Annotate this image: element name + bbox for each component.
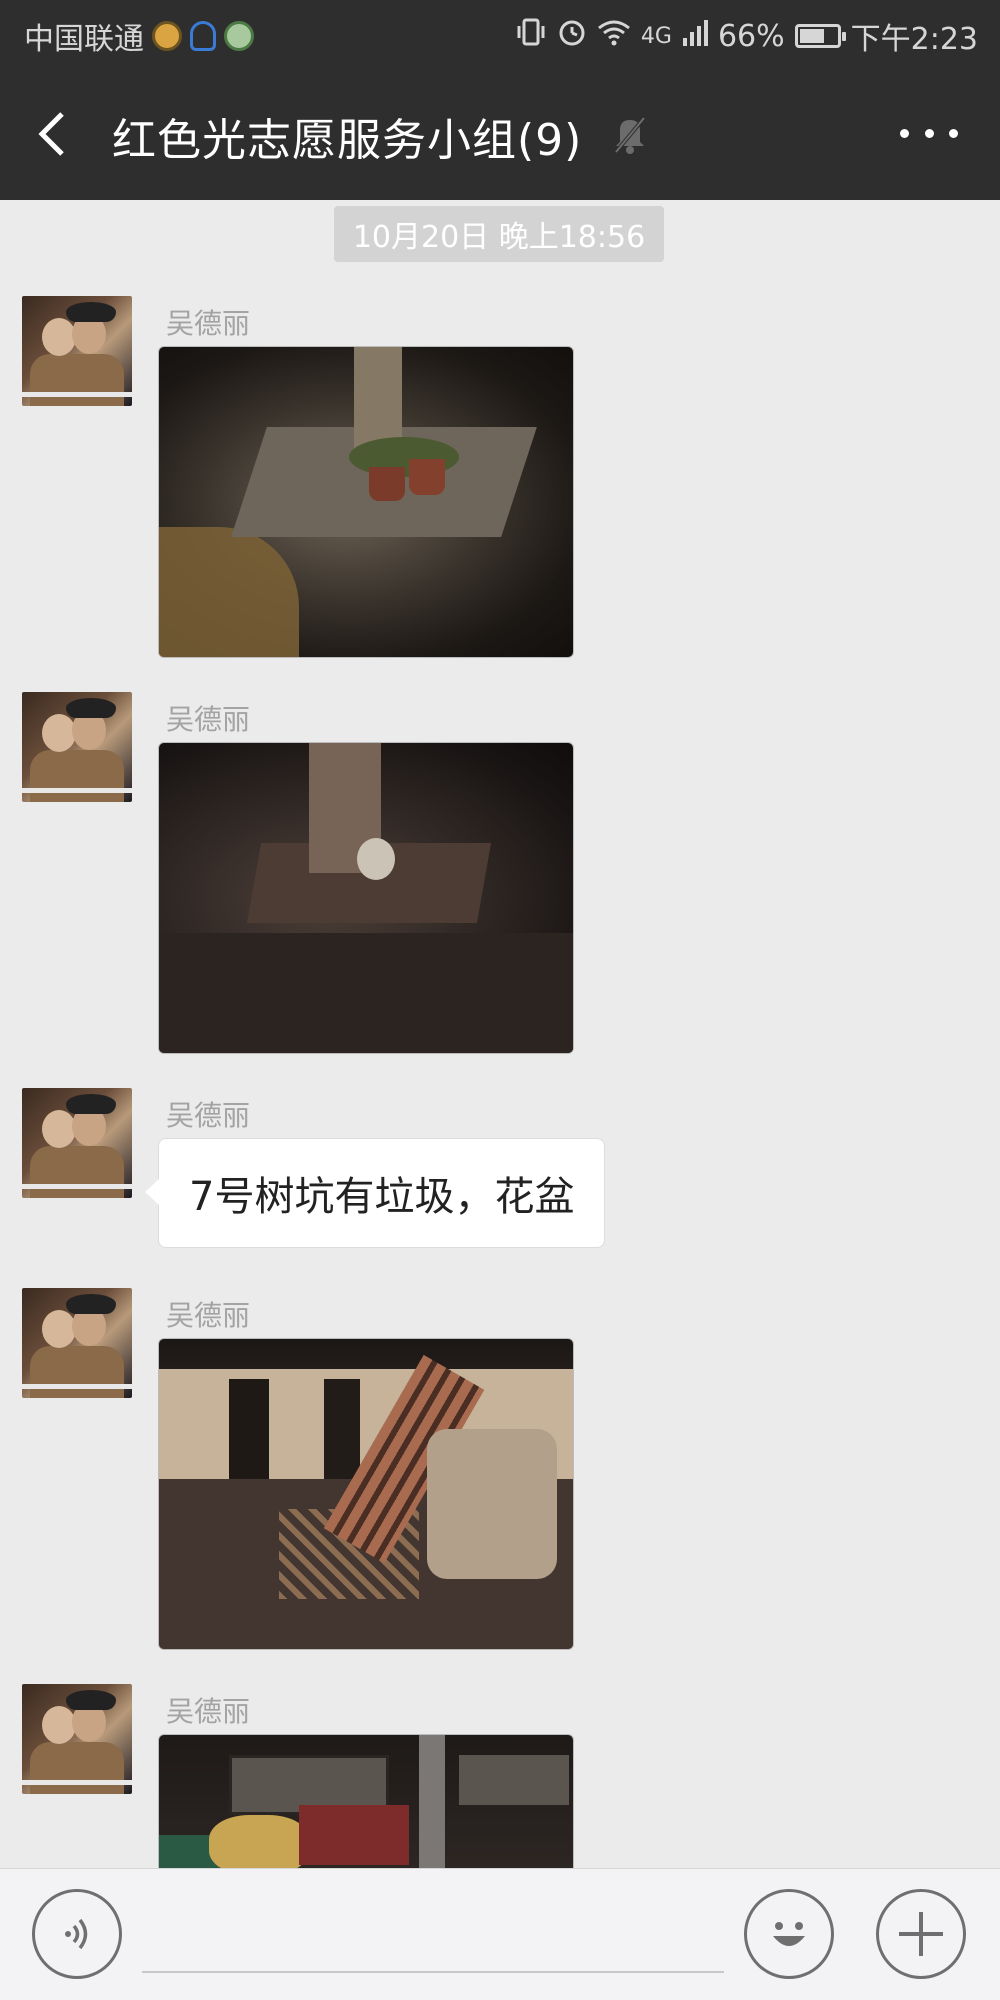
more-functions-button[interactable] [876,1889,966,1979]
sender-name: 吴德丽 [166,1695,251,1728]
sender-name: 吴德丽 [166,703,251,736]
emoji-icon [773,1922,805,1946]
qq-notification-icon [190,21,216,51]
message-list[interactable]: 10月20日 晚上18:56 吴德丽 吴德丽 吴德丽 7号树坑有垃圾，花盆 吴德… [0,200,1000,1868]
signal-icon [682,18,708,54]
sender-name: 吴德丽 [166,1099,251,1132]
more-dot [949,128,958,138]
sender-name: 吴德丽 [166,307,251,340]
image-message[interactable] [158,1338,574,1650]
voice-icon [65,1918,88,1950]
battery-percent: 66% [717,18,785,54]
network-type: 4G [640,23,672,49]
avatar[interactable] [22,1288,132,1398]
status-left: 中国联通 [24,14,254,58]
image-message[interactable] [158,742,574,1054]
image-message[interactable] [158,346,574,658]
carrier-name: 中国联通 [24,22,144,57]
avatar[interactable] [22,1684,132,1794]
plus-icon [899,1912,943,1956]
sender-name: 吴德丽 [166,1299,251,1332]
more-options-button[interactable] [894,108,964,158]
app-notification-icon [224,21,254,51]
avatar[interactable] [22,692,132,802]
text-message[interactable]: 7号树坑有垃圾，花盆 [144,1138,606,1248]
timestamp-separator: 10月20日 晚上18:56 [334,206,664,262]
group-title: 红色光志愿服务小组(9) [112,115,583,166]
chevron-left-icon [38,112,64,156]
vibrate-icon [515,17,547,55]
mail-notification-icon [152,21,182,51]
muted-bell-icon [612,112,648,156]
avatar[interactable] [22,296,132,406]
status-right: 4G 66% 下午2:23 [515,14,978,58]
voice-button[interactable] [32,1889,122,1979]
input-bar [0,1868,1000,2000]
status-bar: 中国联通 4G 66% 下午2:23 [0,0,1000,68]
clock: 下午2:23 [850,22,978,57]
avatar[interactable] [22,1088,132,1198]
more-dot [924,128,934,138]
image-message[interactable] [158,1734,574,1868]
message-input[interactable] [142,1897,724,1973]
back-button[interactable] [30,106,80,162]
emoji-button[interactable] [744,1889,834,1979]
alarm-icon [557,17,587,55]
more-dots-icon [900,128,909,138]
chat-header: 红色光志愿服务小组(9) [0,68,1000,200]
battery-icon [794,24,846,48]
wifi-icon [597,18,631,54]
